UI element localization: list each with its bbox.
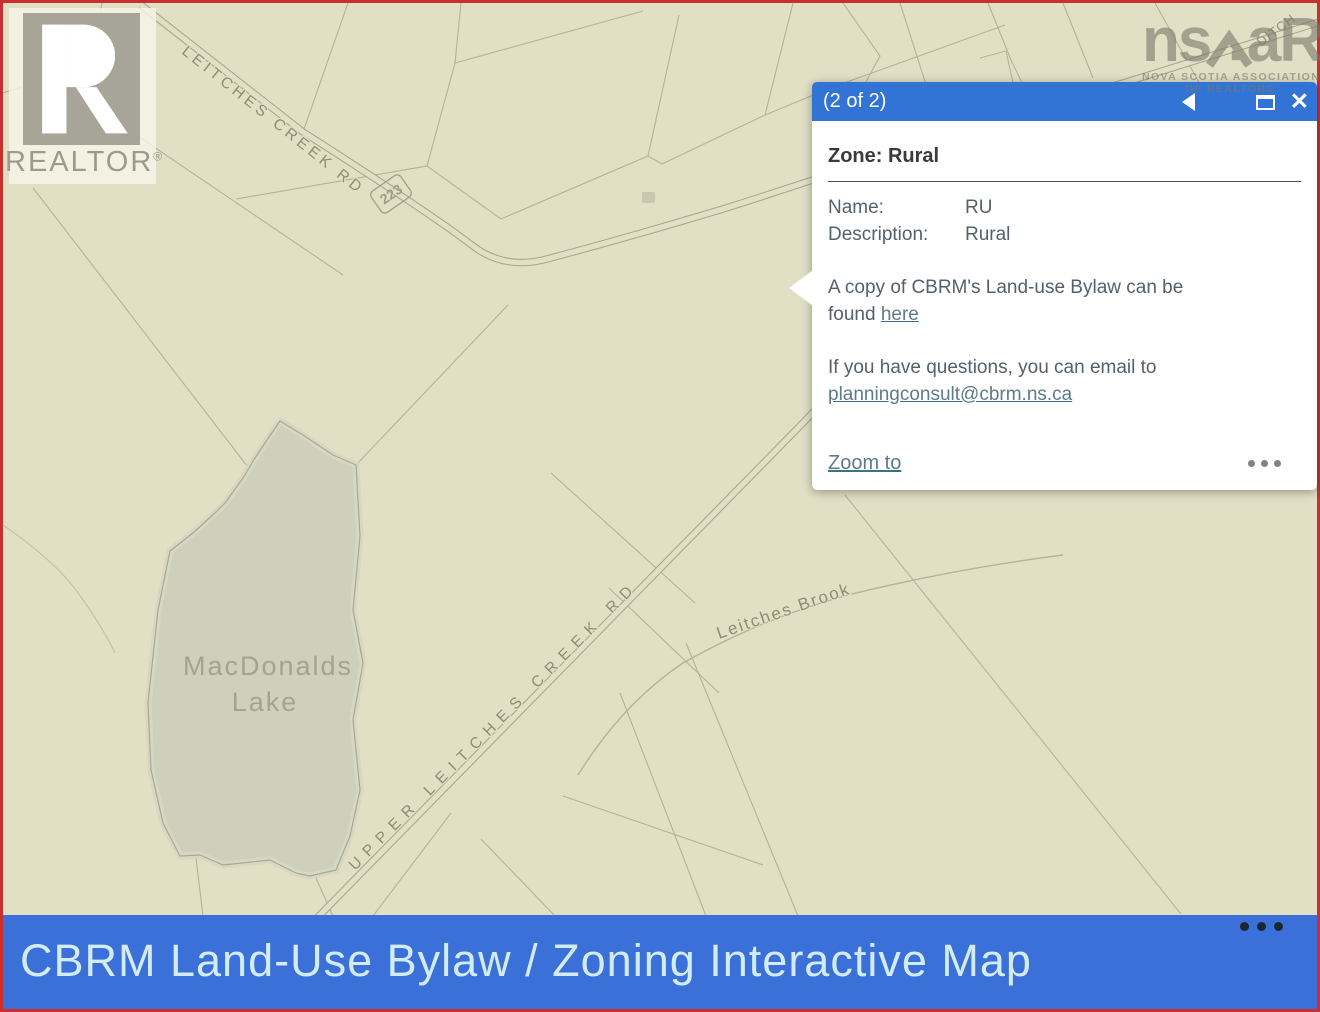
road-label-upper-leitches-creek: UPPER LEITCHES CREEK RD	[346, 578, 642, 874]
popup-footer: Zoom to	[828, 450, 1301, 477]
field-value: Rural	[965, 221, 1010, 248]
popup-body: Zone: Rural Name: RU Description: Rural …	[812, 121, 1317, 490]
questions-paragraph: If you have questions, you can email to …	[828, 354, 1226, 408]
previous-feature-icon[interactable]	[1182, 93, 1195, 111]
popup-pagination: (2 of 2)	[823, 90, 886, 113]
app-title: CBRM Land-Use Bylaw / Zoning Interactive…	[20, 935, 1032, 987]
lake-polygon	[148, 421, 363, 876]
bylaw-paragraph: A copy of CBRM's Land-use Bylaw can be f…	[828, 274, 1226, 328]
questions-text: If you have questions, you can email to	[828, 357, 1156, 378]
realtor-logo: REALTOR®	[9, 8, 156, 184]
popup-overflow-menu[interactable]	[1248, 460, 1281, 467]
registered-trademark: ®	[153, 149, 164, 163]
field-label: Name:	[828, 194, 965, 221]
lake-label-line1: MacDonalds	[183, 651, 353, 681]
field-row-name: Name: RU	[828, 194, 1301, 221]
feature-popup: (2 of 2) ✕ Zone: Rural Name: RU Descript…	[812, 82, 1317, 490]
nsar-suffix: aR	[1247, 15, 1320, 68]
field-row-description: Description: Rural	[828, 221, 1301, 248]
field-value: RU	[965, 194, 992, 221]
building-footprint	[642, 192, 655, 203]
lake-label-line2: Lake	[232, 687, 299, 717]
nsar-prefix: ns	[1142, 15, 1210, 68]
realtor-wordmark: REALTOR®	[5, 146, 160, 179]
maximize-icon[interactable]	[1256, 95, 1275, 110]
brook-label: Leitches Brook	[714, 579, 853, 643]
popup-title: Zone: Rural	[828, 144, 1301, 168]
email-link[interactable]: planningconsult@cbrm.ns.ca	[828, 384, 1072, 405]
nsar-subtitle-1: NOVA SCOTIA ASSOCIATION	[1142, 71, 1318, 83]
road-label-leitches-creek: LEITCHES CREEK RD	[179, 43, 368, 198]
footer-overflow-menu[interactable]	[1240, 922, 1283, 931]
bylaw-here-link[interactable]: here	[881, 304, 919, 325]
nsar-subtitle-2: OF REALTORS	[1142, 83, 1318, 95]
popup-pointer	[789, 270, 813, 306]
nsar-logo: ns aR NOVA SCOTIA ASSOCIATION OF REALTOR…	[1142, 15, 1320, 95]
app-window: { "window": { "border_color": "#c82f2f" …	[0, 0, 1320, 1012]
realtor-r-icon	[23, 13, 140, 145]
divider	[828, 181, 1301, 182]
title-bar: CBRM Land-Use Bylaw / Zoning Interactive…	[3, 915, 1317, 1009]
field-label: Description:	[828, 221, 965, 248]
zoom-to-link[interactable]: Zoom to	[828, 450, 901, 477]
